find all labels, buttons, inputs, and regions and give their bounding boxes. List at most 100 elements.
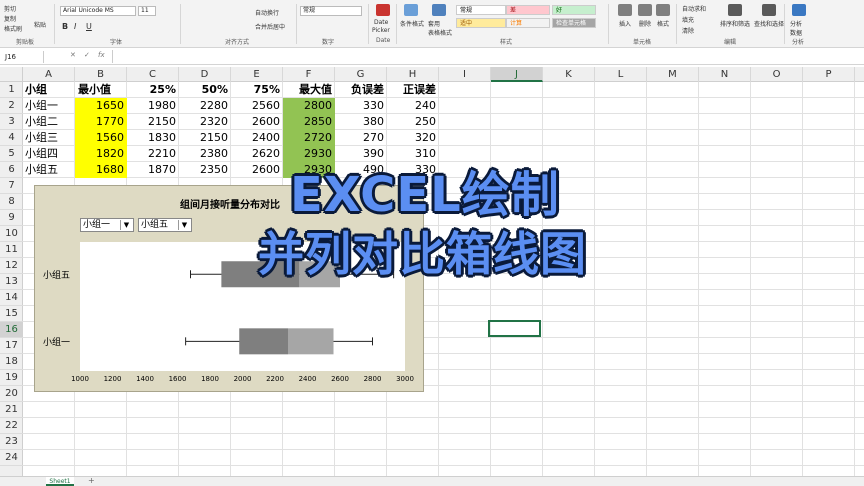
table-format-icon[interactable] bbox=[432, 4, 446, 16]
autosum-button[interactable]: 自动求和 bbox=[682, 4, 706, 13]
cut-button[interactable]: 剪切 bbox=[4, 4, 16, 13]
value-cell: 380 bbox=[363, 115, 384, 128]
value-cell: 1870 bbox=[148, 163, 176, 176]
delete-cells-icon[interactable] bbox=[638, 4, 652, 16]
column-header-g[interactable]: G bbox=[335, 67, 387, 82]
number-format-select[interactable]: 常规 bbox=[300, 6, 362, 16]
column-header-l[interactable]: L bbox=[595, 67, 647, 82]
format-painter-button[interactable]: 格式刷 bbox=[4, 24, 22, 33]
column-headers: ABCDEFGHIJKLMNOP bbox=[0, 67, 864, 82]
value-cell: 1820 bbox=[75, 146, 127, 162]
date-picker-line2[interactable]: Picker bbox=[372, 27, 390, 34]
enter-icon[interactable]: ✓ bbox=[84, 51, 90, 59]
selected-cell-j16[interactable] bbox=[488, 320, 541, 337]
formula-input[interactable] bbox=[112, 50, 860, 63]
sort-filter-button[interactable]: 排序和筛选 bbox=[720, 19, 750, 28]
row-header-10[interactable]: 10 bbox=[0, 226, 23, 242]
column-header-o[interactable]: O bbox=[751, 67, 803, 82]
row-header-5[interactable]: 5 bbox=[0, 146, 23, 162]
column-header-d[interactable]: D bbox=[179, 67, 231, 82]
row-header-3[interactable]: 3 bbox=[0, 114, 23, 130]
font-size-select[interactable]: 11 bbox=[138, 6, 156, 16]
analyze-data-button[interactable]: 分析 数据 bbox=[790, 19, 802, 37]
dropdown-arrow-icon[interactable]: ▼ bbox=[178, 220, 190, 230]
column-header-n[interactable]: N bbox=[699, 67, 751, 82]
cell-style-0[interactable]: 常规 bbox=[456, 5, 506, 15]
column-header-c[interactable]: C bbox=[127, 67, 179, 82]
column-header-e[interactable]: E bbox=[231, 67, 283, 82]
row-header-20[interactable]: 20 bbox=[0, 386, 23, 402]
sheet-tab[interactable]: Sheet1 bbox=[46, 477, 74, 486]
row-header-19[interactable]: 19 bbox=[0, 370, 23, 386]
analysis-group-label: 分析 bbox=[792, 39, 805, 46]
select-all-corner[interactable] bbox=[0, 67, 23, 82]
clear-button[interactable]: 清除 bbox=[682, 26, 694, 35]
format-cells-button[interactable]: 格式 bbox=[657, 19, 669, 28]
insert-cells-icon[interactable] bbox=[618, 4, 632, 16]
row-header-21[interactable]: 21 bbox=[0, 402, 23, 418]
add-sheet-icon[interactable]: + bbox=[88, 476, 95, 485]
column-header-h[interactable]: H bbox=[387, 67, 439, 82]
row-header-9[interactable]: 9 bbox=[0, 210, 23, 226]
underline-button[interactable]: U bbox=[86, 22, 92, 31]
find-select-button[interactable]: 查找和选择 bbox=[754, 19, 784, 28]
group-dropdown-2[interactable]: 小组五 ▼ bbox=[138, 218, 192, 232]
cell-style-2[interactable]: 好 bbox=[552, 5, 596, 15]
paste-button[interactable]: 粘贴 bbox=[34, 20, 46, 29]
row-header-22[interactable]: 22 bbox=[0, 418, 23, 434]
name-box[interactable]: J16 bbox=[2, 51, 44, 63]
column-header-m[interactable]: M bbox=[647, 67, 699, 82]
analyze-data-icon[interactable] bbox=[792, 4, 806, 16]
row-header-15[interactable]: 15 bbox=[0, 306, 23, 322]
fx-icon[interactable]: fx bbox=[98, 51, 105, 59]
row-header-18[interactable]: 18 bbox=[0, 354, 23, 370]
row-header-12[interactable]: 12 bbox=[0, 258, 23, 274]
row-header-23[interactable]: 23 bbox=[0, 434, 23, 450]
find-select-icon[interactable] bbox=[762, 4, 776, 16]
wrap-text-button[interactable]: 自动换行 bbox=[255, 8, 279, 17]
row-header-6[interactable]: 6 bbox=[0, 162, 23, 178]
dropdown-arrow-icon[interactable]: ▼ bbox=[120, 220, 132, 230]
row-header-14[interactable]: 14 bbox=[0, 290, 23, 306]
row-header-7[interactable]: 7 bbox=[0, 178, 23, 194]
value-cell: 2400 bbox=[252, 131, 280, 144]
row-header-8[interactable]: 8 bbox=[0, 194, 23, 210]
insert-cells-button[interactable]: 插入 bbox=[619, 19, 631, 28]
format-cells-icon[interactable] bbox=[656, 4, 670, 16]
cell-style-4[interactable]: 计算 bbox=[506, 18, 550, 28]
cell-style-5[interactable]: 检查单元格 bbox=[552, 18, 596, 28]
column-header-k[interactable]: K bbox=[543, 67, 595, 82]
cancel-icon[interactable]: ✕ bbox=[70, 51, 76, 59]
table-format-button[interactable]: 套用 表格格式 bbox=[428, 19, 452, 37]
column-header-p[interactable]: P bbox=[803, 67, 855, 82]
fill-button[interactable]: 填充 bbox=[682, 15, 694, 24]
conditional-format-icon[interactable] bbox=[404, 4, 418, 16]
row-header-13[interactable]: 13 bbox=[0, 274, 23, 290]
row-header-24[interactable]: 24 bbox=[0, 450, 23, 466]
italic-button[interactable]: I bbox=[74, 22, 76, 31]
calendar-icon[interactable] bbox=[376, 4, 390, 16]
row-header-17[interactable]: 17 bbox=[0, 338, 23, 354]
row-header-2[interactable]: 2 bbox=[0, 98, 23, 114]
column-header-f[interactable]: F bbox=[283, 67, 335, 82]
date-picker-line1[interactable]: Date bbox=[374, 19, 388, 26]
cell-style-3[interactable]: 适中 bbox=[456, 18, 506, 28]
column-header-i[interactable]: I bbox=[439, 67, 491, 82]
sort-filter-icon[interactable] bbox=[728, 4, 742, 16]
group-dropdown-1[interactable]: 小组一 ▼ bbox=[80, 218, 134, 232]
delete-cells-button[interactable]: 删除 bbox=[639, 19, 651, 28]
conditional-format-button[interactable]: 条件格式 bbox=[400, 19, 424, 28]
row-header-16[interactable]: 16 bbox=[0, 322, 23, 338]
row-header-11[interactable]: 11 bbox=[0, 242, 23, 258]
font-name-select[interactable]: Arial Unicode MS bbox=[60, 6, 136, 16]
cell-style-1[interactable]: 差 bbox=[506, 5, 550, 15]
column-header-j[interactable]: J bbox=[491, 67, 543, 82]
copy-button[interactable]: 复制 bbox=[4, 14, 16, 23]
merge-center-button[interactable]: 合并后居中 bbox=[255, 22, 285, 31]
column-header-b[interactable]: B bbox=[75, 67, 127, 82]
value-cell: 2600 bbox=[252, 115, 280, 128]
row-header-4[interactable]: 4 bbox=[0, 130, 23, 146]
column-header-a[interactable]: A bbox=[23, 67, 75, 82]
row-header-1[interactable]: 1 bbox=[0, 82, 23, 98]
bold-button[interactable]: B bbox=[62, 22, 68, 31]
